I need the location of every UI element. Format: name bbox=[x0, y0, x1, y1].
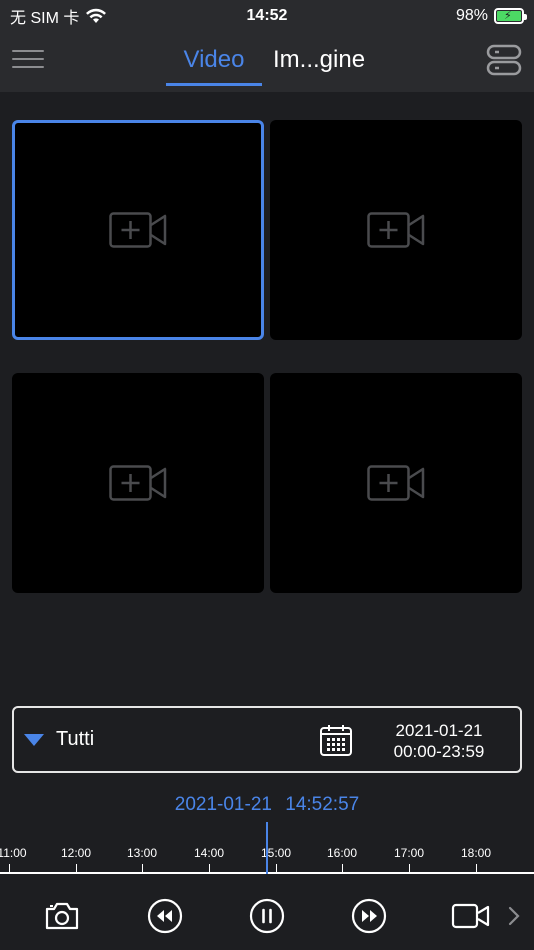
rewind-button[interactable] bbox=[145, 896, 185, 936]
pause-button[interactable] bbox=[247, 896, 287, 936]
calendar-button[interactable] bbox=[319, 723, 353, 757]
snapshot-button[interactable] bbox=[42, 896, 82, 936]
tick-mark bbox=[276, 864, 277, 872]
tick-mark bbox=[409, 864, 410, 872]
chevron-right-icon bbox=[508, 906, 520, 926]
pause-icon bbox=[249, 898, 285, 934]
nav-bar: Video Im...gine bbox=[0, 32, 534, 92]
carrier-label: 无 SIM 卡 bbox=[10, 10, 80, 27]
filter-bar: Tutti 2021-01-21 00:00-23:59 bbox=[12, 706, 522, 773]
record-button[interactable] bbox=[451, 896, 491, 936]
rewind-icon bbox=[147, 898, 183, 934]
tick-label: 16:00 bbox=[326, 846, 358, 860]
dropdown-label: Tutti bbox=[56, 728, 95, 750]
timeline-cursor[interactable] bbox=[266, 822, 268, 874]
tick-mark bbox=[342, 864, 343, 872]
tick-mark bbox=[209, 864, 210, 872]
tick-label: 18:00 bbox=[460, 846, 492, 860]
tick-label: 17:00 bbox=[393, 846, 425, 860]
camera-icon bbox=[45, 902, 79, 930]
menu-button[interactable] bbox=[12, 44, 44, 76]
server-icon bbox=[486, 44, 522, 76]
video-record-icon bbox=[451, 903, 490, 929]
timeline-readout: 2021-01-21 14:52:57 bbox=[0, 794, 534, 816]
video-cell-3[interactable] bbox=[12, 373, 264, 593]
tick-mark bbox=[142, 864, 143, 872]
video-cell-1[interactable] bbox=[12, 120, 264, 340]
timeline-time: 14:52:57 bbox=[285, 794, 360, 815]
date-range-date: 2021-01-21 bbox=[395, 721, 483, 740]
battery-icon: ⚡ bbox=[493, 8, 527, 24]
tick-label: 13:00 bbox=[126, 846, 158, 860]
add-camera-icon bbox=[109, 212, 167, 248]
tick-label: 12:00 bbox=[60, 846, 92, 860]
fast-forward-button[interactable] bbox=[349, 896, 389, 936]
tick-label: 14:00 bbox=[193, 846, 225, 860]
menu-line bbox=[12, 58, 44, 60]
tick-mark bbox=[476, 864, 477, 872]
date-range[interactable]: 2021-01-21 00:00-23:59 bbox=[379, 720, 499, 762]
status-left: 无 SIM 卡 bbox=[10, 4, 170, 28]
more-button[interactable] bbox=[500, 896, 528, 936]
add-camera-icon bbox=[367, 465, 425, 501]
status-right: 98% ⚡ bbox=[364, 7, 527, 25]
menu-line bbox=[12, 50, 44, 52]
video-cell-2[interactable] bbox=[270, 120, 522, 340]
add-camera-icon bbox=[367, 212, 425, 248]
charging-bolt-icon: ⚡ bbox=[503, 10, 512, 22]
tick-mark bbox=[76, 864, 77, 872]
tab-video[interactable]: Video bbox=[166, 44, 262, 86]
dropdown-triangle-icon bbox=[24, 733, 44, 746]
tick-mark bbox=[9, 864, 10, 872]
fast-forward-icon bbox=[351, 898, 387, 934]
timeline-date: 2021-01-21 bbox=[174, 794, 272, 815]
tick-label: 11:00 bbox=[0, 846, 27, 860]
server-list-button[interactable] bbox=[486, 44, 522, 76]
wifi-icon bbox=[86, 8, 107, 23]
battery-percent: 98% bbox=[455, 7, 488, 24]
date-range-time: 00:00-23:59 bbox=[393, 742, 485, 761]
timeline-scrubber[interactable]: 11:00 12:00 13:00 14:00 15:00 16:00 17:0… bbox=[0, 822, 534, 874]
playback-toolbar bbox=[0, 874, 534, 950]
menu-line bbox=[12, 66, 44, 68]
status-time: 14:52 bbox=[246, 7, 288, 24]
add-camera-icon bbox=[109, 465, 167, 501]
channel-dropdown[interactable]: Tutti bbox=[24, 708, 94, 771]
calendar-icon bbox=[320, 725, 352, 756]
tab-image[interactable]: Im...gine bbox=[273, 44, 365, 84]
status-bar: 无 SIM 卡 14:52 98% ⚡ bbox=[0, 0, 534, 32]
video-cell-4[interactable] bbox=[270, 373, 522, 593]
